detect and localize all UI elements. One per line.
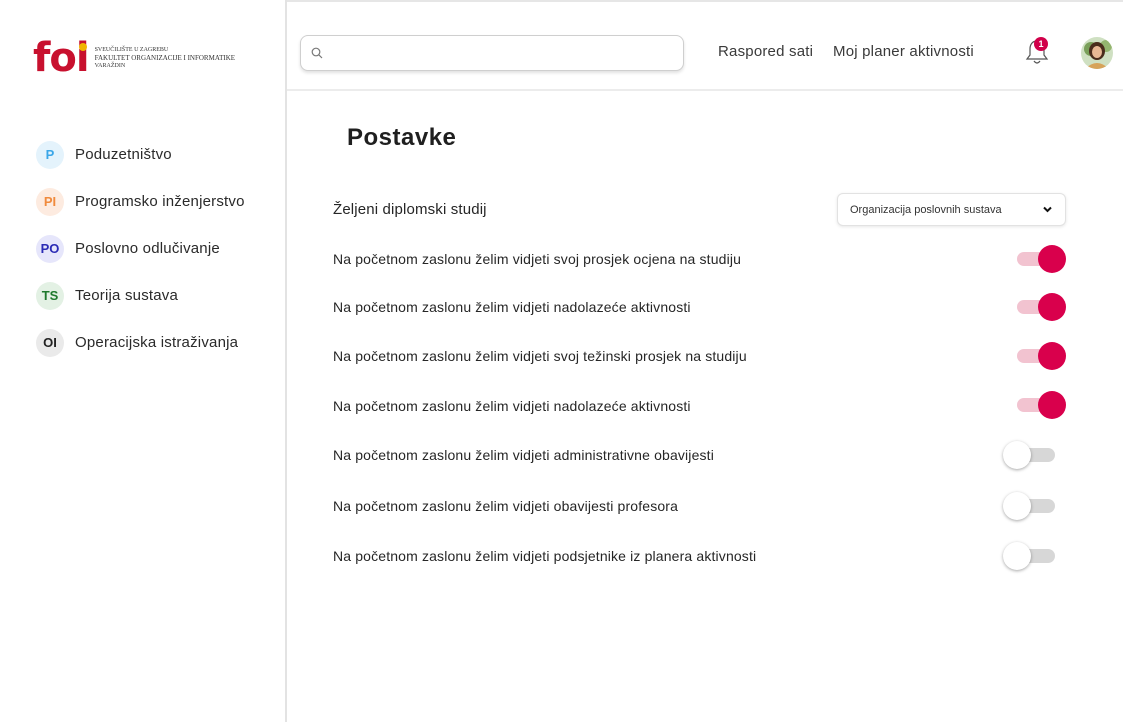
course-badge: P xyxy=(36,140,64,169)
setting-toggle[interactable] xyxy=(1011,341,1071,371)
notification-badge: 1 xyxy=(1034,37,1048,51)
chevron-down-icon xyxy=(1043,206,1052,213)
logo-line-3: Varaždin xyxy=(94,63,126,69)
setting-toggle[interactable] xyxy=(1003,491,1063,521)
toggle-knob xyxy=(1003,542,1031,570)
toggle-knob xyxy=(1038,293,1066,321)
sidebar-item-label: Poduzetništvo xyxy=(75,146,172,163)
logo-line-2: Fakultet organizacije i informatike xyxy=(94,54,236,62)
search-input[interactable] xyxy=(329,45,669,61)
setting-label: Na početnom zaslonu želim vidjeti nadola… xyxy=(333,398,691,414)
setting-label: Na početnom zaslonu želim vidjeti svoj t… xyxy=(333,348,747,364)
sidebar-item-teorija-sustava[interactable]: TS Teorija sustava xyxy=(36,272,245,319)
setting-toggle[interactable] xyxy=(1011,244,1071,274)
avatar[interactable] xyxy=(1081,37,1113,69)
foi-logo[interactable]: foi Sveučilište u Zagrebu Fakultet organ… xyxy=(33,38,235,78)
search-icon xyxy=(311,47,323,59)
study-select[interactable]: Organizacija poslovnih sustava xyxy=(837,193,1066,226)
sidebar: foi Sveučilište u Zagrebu Fakultet organ… xyxy=(0,0,287,722)
toggle-knob xyxy=(1003,441,1031,469)
sidebar-item-label: Programsko inženjerstvo xyxy=(75,193,245,210)
toggle-knob xyxy=(1003,492,1031,520)
setting-label: Na početnom zaslonu želim vidjeti svoj p… xyxy=(333,251,742,267)
logo-dot-icon xyxy=(79,43,87,51)
toggle-knob xyxy=(1038,245,1066,273)
logo-line-1: Sveučilište u Zagrebu xyxy=(94,47,169,53)
setting-toggle[interactable] xyxy=(1011,390,1071,420)
study-select-value: Organizacija poslovnih sustava xyxy=(850,203,1002,216)
top-bar: Raspored sati Moj planer aktivnosti 1 xyxy=(287,0,1123,91)
sidebar-item-label: Poslovno odlučivanje xyxy=(75,240,220,257)
sidebar-item-poslovno-odlucivanje[interactable]: PO Poslovno odlučivanje xyxy=(36,225,245,272)
course-badge: PI xyxy=(36,187,64,216)
logo-mark: foi xyxy=(33,35,90,81)
setting-label: Na početnom zaslonu želim vidjeti podsje… xyxy=(333,548,757,564)
course-badge: OI xyxy=(36,328,64,357)
setting-label: Na početnom zaslonu želim vidjeti admini… xyxy=(333,447,714,463)
toggle-knob xyxy=(1038,342,1066,370)
sidebar-item-programsko-inzenjerstvo[interactable]: PI Programsko inženjerstvo xyxy=(36,178,245,225)
sidebar-item-poduzetnistvo[interactable]: P Poduzetništvo xyxy=(36,131,245,178)
sidebar-item-operacijska-istrazivanja[interactable]: OI Operacijska istraživanja xyxy=(36,319,245,366)
toggle-knob xyxy=(1038,391,1066,419)
study-label: Željeni diplomski studij xyxy=(333,201,487,218)
logo-text: Sveučilište u Zagrebu Fakultet organizac… xyxy=(95,46,235,70)
setting-toggle[interactable] xyxy=(1003,541,1063,571)
nav-raspored-sati[interactable]: Raspored sati xyxy=(718,43,813,60)
setting-toggle[interactable] xyxy=(1003,440,1063,470)
search-box[interactable] xyxy=(300,35,684,71)
setting-toggle[interactable] xyxy=(1011,292,1071,322)
sidebar-item-label: Operacijska istraživanja xyxy=(75,334,239,351)
setting-label: Na početnom zaslonu želim vidjeti obavij… xyxy=(333,498,679,514)
nav-moj-planer-aktivnosti[interactable]: Moj planer aktivnosti xyxy=(833,43,974,60)
course-badge: TS xyxy=(36,281,64,310)
course-badge: PO xyxy=(36,234,64,263)
page-title: Postavke xyxy=(347,124,457,151)
setting-label: Na početnom zaslonu želim vidjeti nadola… xyxy=(333,299,691,315)
sidebar-item-label: Teorija sustava xyxy=(75,287,179,304)
course-list: P Poduzetništvo PI Programsko inženjerst… xyxy=(36,131,245,366)
